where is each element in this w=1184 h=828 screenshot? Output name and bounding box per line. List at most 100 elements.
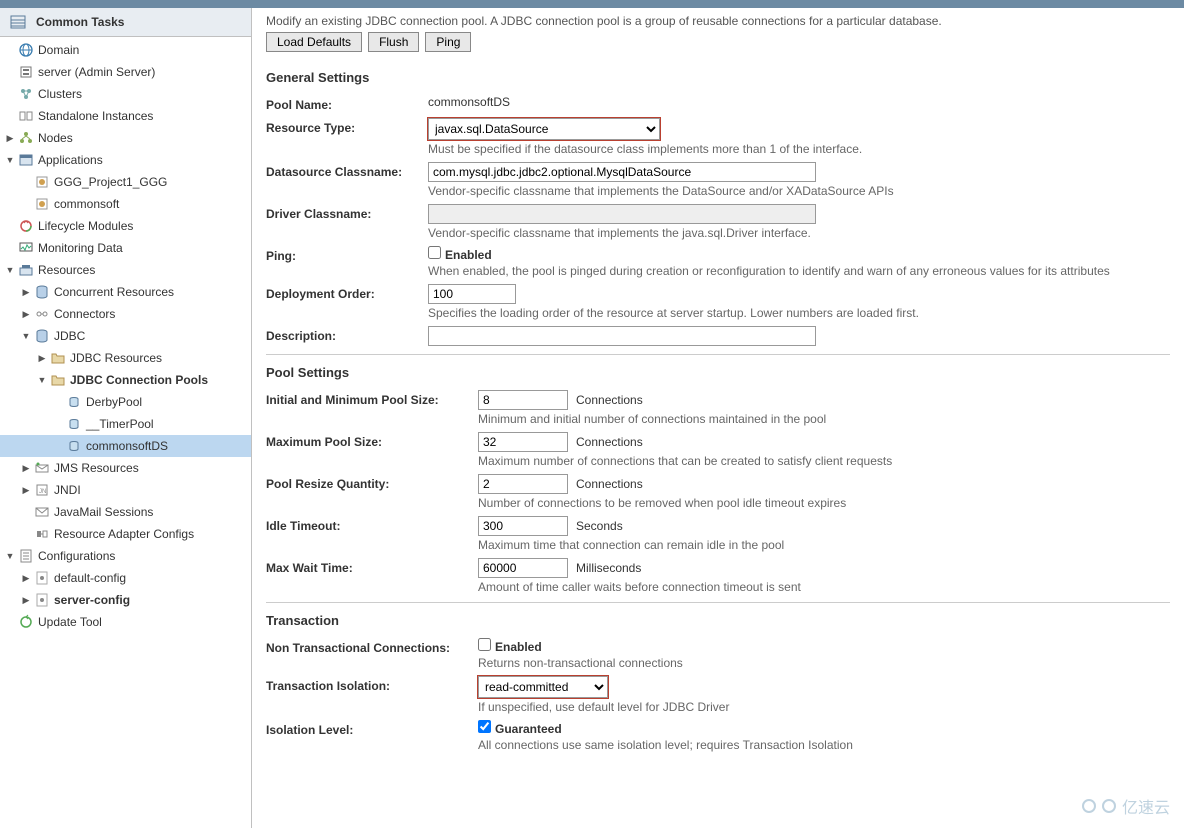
expand-icon[interactable]: ▶: [20, 484, 32, 496]
tree-node-label: __TimerPool: [86, 417, 154, 431]
jndi-icon: JN: [34, 482, 50, 498]
tree-node-clusters[interactable]: Clusters: [0, 83, 251, 105]
tree-node-label: Concurrent Resources: [54, 285, 174, 299]
pool-resize-input[interactable]: [478, 474, 568, 494]
ping-enabled-label: Enabled: [445, 248, 492, 262]
toggle-spacer: [52, 418, 64, 430]
txn-isolation-select[interactable]: read-committed: [478, 676, 608, 698]
max-pool-size-input[interactable]: [478, 432, 568, 452]
expand-icon[interactable]: ▶: [20, 308, 32, 320]
datasource-classname-input[interactable]: [428, 162, 816, 182]
tree-node-resource-adapter-configs[interactable]: Resource Adapter Configs: [0, 523, 251, 545]
expand-icon[interactable]: ▶: [20, 462, 32, 474]
tree-node-jdbc-resources[interactable]: ▶ JDBC Resources: [0, 347, 251, 369]
watermark-icon: [1102, 799, 1116, 813]
driver-classname-label: Driver Classname:: [266, 204, 416, 240]
tree-node-javamail-sessions[interactable]: JavaMail Sessions: [0, 501, 251, 523]
tree-node-jndi[interactable]: ▶JN JNDI: [0, 479, 251, 501]
tree-node-concurrent-resources[interactable]: ▶ Concurrent Resources: [0, 281, 251, 303]
tree-node-lifecycle-modules[interactable]: Lifecycle Modules: [0, 215, 251, 237]
tree-node-jdbc[interactable]: ▼ JDBC: [0, 325, 251, 347]
nodes-icon: [18, 130, 34, 146]
initial-pool-size-input[interactable]: [478, 390, 568, 410]
expand-icon[interactable]: ▶: [20, 572, 32, 584]
tree-node-label: Nodes: [38, 131, 73, 145]
expand-icon[interactable]: ▶: [4, 132, 16, 144]
apps-icon: [18, 152, 34, 168]
tree-node-label: JavaMail Sessions: [54, 505, 153, 519]
tree-node-commonsoft[interactable]: commonsoft: [0, 193, 251, 215]
toggle-spacer: [4, 242, 16, 254]
tree-node-label: Standalone Instances: [38, 109, 153, 123]
tree-node-server-config[interactable]: ▶ server-config: [0, 589, 251, 611]
tree-node-jdbc-connection-pools[interactable]: ▼JDBC Connection Pools: [0, 369, 251, 391]
adapter-icon: [34, 526, 50, 542]
ping-button[interactable]: Ping: [425, 32, 471, 52]
toggle-spacer: [20, 198, 32, 210]
initial-pool-size-hint: Minimum and initial number of connection…: [478, 412, 1170, 426]
globe-icon: [18, 42, 34, 58]
tree-node-jms-resources[interactable]: ▶JMS Resources: [0, 457, 251, 479]
pool-resize-label: Pool Resize Quantity:: [266, 474, 466, 510]
resource-type-select[interactable]: javax.sql.DataSource: [428, 118, 660, 140]
tree-node-label: JDBC: [54, 329, 85, 343]
collapse-icon[interactable]: ▼: [4, 154, 16, 166]
max-wait-time-input[interactable]: [478, 558, 568, 578]
txn-isolation-hint: If unspecified, use default level for JD…: [478, 700, 1170, 714]
jms-icon: [34, 460, 50, 476]
tree-node-server-admin-server[interactable]: server (Admin Server): [0, 61, 251, 83]
collapse-icon[interactable]: ▼: [36, 374, 48, 386]
tree-node-configurations[interactable]: ▼Configurations: [0, 545, 251, 567]
tree-node-commonsoftds[interactable]: commonsoftDS: [0, 435, 251, 457]
tree-node-label: JDBC Resources: [70, 351, 162, 365]
tree-node-nodes[interactable]: ▶ Nodes: [0, 127, 251, 149]
collapse-icon[interactable]: ▼: [4, 264, 16, 276]
tree-node-update-tool[interactable]: Update Tool: [0, 611, 251, 633]
non-txn-checkbox[interactable]: [478, 638, 491, 651]
non-txn-hint: Returns non-transactional connections: [478, 656, 1170, 670]
tree-node-label: commonsoftDS: [86, 439, 168, 453]
toggle-spacer: [4, 616, 16, 628]
initial-pool-size-unit: Connections: [576, 393, 643, 407]
tree-node-standalone-instances[interactable]: Standalone Instances: [0, 105, 251, 127]
sidebar-title: Common Tasks: [36, 15, 124, 29]
tree-node-default-config[interactable]: ▶default-config: [0, 567, 251, 589]
resource-type-label: Resource Type:: [266, 118, 416, 156]
isolation-level-value: Guaranteed: [495, 722, 562, 736]
expand-icon[interactable]: ▶: [20, 286, 32, 298]
tree-node-label: GGG_Project1_GGG: [54, 175, 167, 189]
folder-icon: [50, 350, 66, 366]
sidebar-header: Common Tasks: [0, 8, 251, 37]
expand-icon[interactable]: ▶: [20, 594, 32, 606]
idle-timeout-label: Idle Timeout:: [266, 516, 466, 552]
flush-button[interactable]: Flush: [368, 32, 419, 52]
tree-node-connectors[interactable]: ▶Connectors: [0, 303, 251, 325]
load-defaults-button[interactable]: Load Defaults: [266, 32, 362, 52]
ping-checkbox[interactable]: [428, 246, 441, 259]
tree-node-domain[interactable]: Domain: [0, 39, 251, 61]
db-icon: [34, 284, 50, 300]
watermark: 亿速云: [1082, 794, 1170, 818]
tree-node-timerpool[interactable]: __TimerPool: [0, 413, 251, 435]
tree-node-label: server-config: [54, 593, 130, 607]
ping-label: Ping:: [266, 246, 416, 278]
tree-node-resources[interactable]: ▼Resources: [0, 259, 251, 281]
toggle-spacer: [4, 88, 16, 100]
tree-node-derbypool[interactable]: DerbyPool: [0, 391, 251, 413]
tree-node-monitoring-data[interactable]: Monitoring Data: [0, 237, 251, 259]
collapse-icon[interactable]: ▼: [20, 330, 32, 342]
deployment-order-input[interactable]: [428, 284, 516, 304]
description-input[interactable]: [428, 326, 816, 346]
config-icon: [18, 548, 34, 564]
tree-node-label: Monitoring Data: [38, 241, 123, 255]
isolation-level-checkbox[interactable]: [478, 720, 491, 733]
datasource-classname-hint: Vendor-specific classname that implement…: [428, 184, 1170, 198]
tree-node-applications[interactable]: ▼Applications: [0, 149, 251, 171]
tree-node-label: Resource Adapter Configs: [54, 527, 194, 541]
idle-timeout-input[interactable]: [478, 516, 568, 536]
tree-node-label: JNDI: [54, 483, 81, 497]
collapse-icon[interactable]: ▼: [4, 550, 16, 562]
expand-icon[interactable]: ▶: [36, 352, 48, 364]
tree-node-ggg-project1-ggg[interactable]: GGG_Project1_GGG: [0, 171, 251, 193]
tree-node-label: server (Admin Server): [38, 65, 155, 79]
